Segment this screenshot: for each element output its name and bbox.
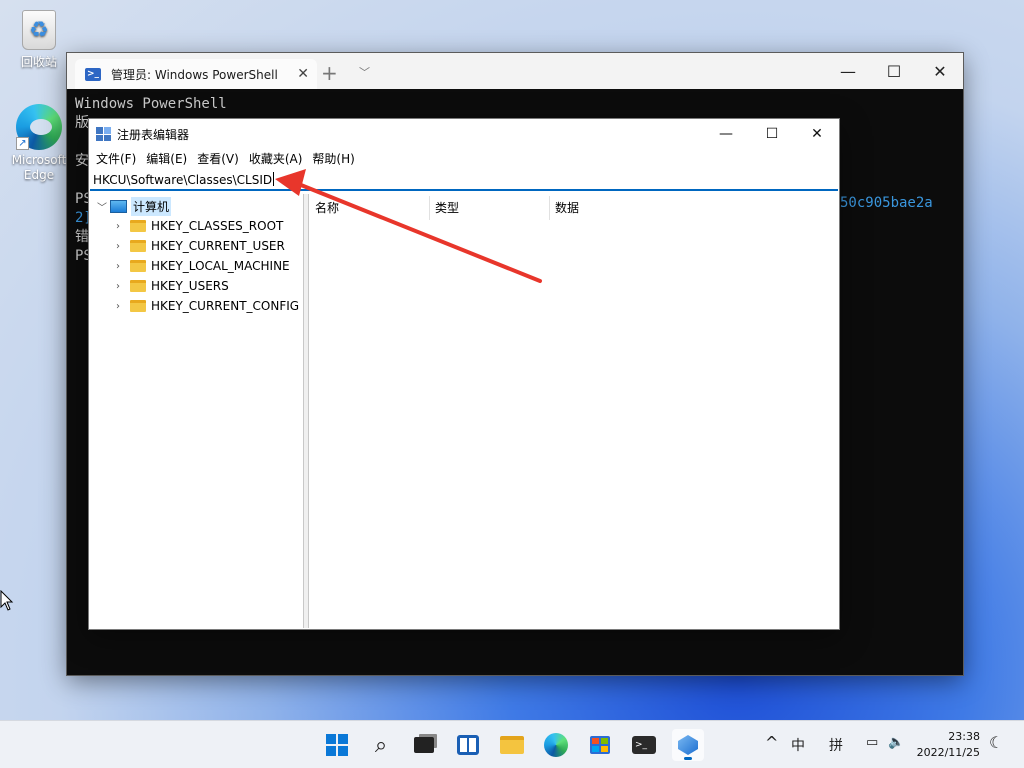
folder-icon bbox=[500, 736, 524, 754]
maximize-button[interactable]: ☐ bbox=[749, 119, 795, 149]
tab-title: 管理员: Windows PowerShell bbox=[111, 67, 278, 82]
chevron-down-icon[interactable]: ﹀ bbox=[96, 199, 108, 214]
taskbar: ⌕ >_ ^ 中 拼 ▭ 🔈 23:38 2022/11/25 ☾ bbox=[0, 720, 1024, 768]
ime-mode-indicator[interactable]: 拼 bbox=[829, 735, 843, 755]
terminal-line-fragment: 50c905bae2a bbox=[840, 195, 933, 211]
regedit-icon bbox=[96, 127, 111, 141]
windows-icon bbox=[326, 734, 348, 756]
tab-powershell[interactable]: >_ 管理员: Windows PowerShell ✕ bbox=[75, 59, 317, 89]
shortcut-arrow-icon: ↗ bbox=[16, 137, 29, 150]
regedit-titlebar[interactable]: 注册表编辑器 — ☐ ✕ bbox=[89, 119, 839, 149]
key-tree[interactable]: ﹀ 计算机 › HKEY_CLASSES_ROOT › HKEY_CURRENT… bbox=[90, 194, 304, 628]
tree-item-label: HKEY_CURRENT_USER bbox=[151, 239, 285, 253]
tree-item-hkey-current-user[interactable]: › HKEY_CURRENT_USER bbox=[112, 236, 285, 256]
close-tab-icon[interactable]: ✕ bbox=[297, 66, 309, 82]
regedit-window[interactable]: 注册表编辑器 — ☐ ✕ 文件(F) 编辑(E) 查看(V) 收藏夹(A) 帮助… bbox=[88, 118, 840, 630]
minimize-button[interactable]: — bbox=[825, 53, 871, 89]
powershell-titlebar[interactable]: >_ 管理员: Windows PowerShell ✕ + ﹀ — ☐ ✕ bbox=[67, 53, 963, 89]
network-icon[interactable]: ▭ bbox=[866, 735, 878, 750]
start-button[interactable] bbox=[321, 729, 353, 761]
minimize-button[interactable]: — bbox=[703, 119, 749, 149]
terminal-line: Windows PowerShell bbox=[75, 96, 227, 112]
mouse-cursor bbox=[0, 590, 14, 611]
powershell-icon: >_ bbox=[85, 67, 101, 81]
tree-item-label: HKEY_USERS bbox=[151, 279, 229, 293]
volume-icon[interactable]: 🔈 bbox=[888, 735, 904, 750]
column-divider[interactable] bbox=[429, 196, 430, 220]
desktop-icon-label: Microsoft Edge bbox=[11, 153, 67, 182]
focus-assist-icon[interactable]: ☾ bbox=[989, 733, 1003, 752]
terminal-icon: >_ bbox=[632, 736, 656, 754]
tree-item-hkey-users[interactable]: › HKEY_USERS bbox=[112, 276, 229, 296]
close-button[interactable]: ✕ bbox=[794, 119, 840, 149]
desktop-icon-recycle-bin[interactable]: ♻ 回收站 bbox=[7, 10, 71, 70]
tree-item-hkey-local-machine[interactable]: › HKEY_LOCAL_MACHINE bbox=[112, 256, 290, 276]
file-explorer-button[interactable] bbox=[496, 729, 528, 761]
clock-time: 23:38 bbox=[948, 730, 980, 743]
regedit-icon bbox=[678, 735, 698, 755]
menu-edit[interactable]: 编辑(E) bbox=[141, 149, 192, 169]
folder-icon bbox=[130, 240, 146, 252]
store-icon bbox=[590, 736, 610, 754]
tree-item-hkey-classes-root[interactable]: › HKEY_CLASSES_ROOT bbox=[112, 216, 283, 236]
tree-item-label: 计算机 bbox=[131, 196, 172, 216]
search-button[interactable]: ⌕ bbox=[365, 729, 397, 761]
widgets-button[interactable] bbox=[452, 729, 484, 761]
window-title: 注册表编辑器 bbox=[117, 128, 190, 142]
text-caret bbox=[273, 172, 275, 186]
recycle-bin-icon: ♻ bbox=[22, 10, 56, 50]
chevron-right-icon[interactable]: › bbox=[112, 241, 124, 252]
address-value: HKCU\Software\Classes\CLSID bbox=[93, 173, 273, 187]
column-header-name[interactable]: 名称 bbox=[315, 199, 339, 217]
close-button[interactable]: ✕ bbox=[917, 53, 963, 89]
computer-icon bbox=[110, 199, 127, 213]
address-bar[interactable]: HKCU\Software\Classes\CLSID bbox=[90, 169, 838, 191]
chevron-right-icon[interactable]: › bbox=[112, 221, 124, 232]
column-header-type[interactable]: 类型 bbox=[435, 199, 459, 217]
edge-icon: ↗ bbox=[16, 104, 62, 150]
column-divider[interactable] bbox=[549, 196, 550, 220]
address-input[interactable]: HKCU\Software\Classes\CLSID bbox=[93, 172, 275, 187]
maximize-button[interactable]: ☐ bbox=[871, 53, 917, 89]
regedit-taskbar-button[interactable] bbox=[672, 729, 704, 761]
chevron-right-icon[interactable]: › bbox=[112, 281, 124, 292]
tree-item-label: HKEY_CURRENT_CONFIG bbox=[151, 299, 300, 313]
widgets-icon bbox=[457, 735, 479, 755]
chevron-right-icon[interactable]: › bbox=[112, 261, 124, 272]
edge-icon bbox=[544, 733, 568, 757]
clock[interactable]: 23:38 2022/11/25 bbox=[917, 729, 980, 761]
terminal-button[interactable]: >_ bbox=[628, 729, 660, 761]
desktop-icon-edge[interactable]: ↗ Microsoft Edge bbox=[7, 104, 71, 183]
tree-item-computer[interactable]: ﹀ 计算机 bbox=[96, 196, 172, 216]
tree-item-hkey-current-config[interactable]: › HKEY_CURRENT_CONFIG bbox=[112, 296, 299, 316]
ime-language-indicator[interactable]: 中 bbox=[791, 735, 805, 755]
clock-date: 2022/11/25 bbox=[916, 746, 980, 759]
tree-item-label: HKEY_LOCAL_MACHINE bbox=[151, 259, 290, 273]
chevron-down-icon[interactable]: ﹀ bbox=[359, 64, 370, 80]
folder-icon bbox=[130, 280, 146, 292]
new-tab-icon[interactable]: + bbox=[321, 61, 338, 85]
column-header-data[interactable]: 数据 bbox=[555, 199, 579, 217]
menu-file[interactable]: 文件(F) bbox=[91, 149, 141, 169]
task-view-icon bbox=[414, 737, 434, 753]
folder-icon bbox=[130, 300, 146, 312]
menu-view[interactable]: 查看(V) bbox=[192, 149, 244, 169]
task-view-button[interactable] bbox=[408, 729, 440, 761]
chevron-right-icon[interactable]: › bbox=[112, 301, 124, 312]
desktop-icon-label: 回收站 bbox=[20, 55, 57, 69]
menu-help[interactable]: 帮助(H) bbox=[307, 149, 359, 169]
menu-favorites[interactable]: 收藏夹(A) bbox=[244, 149, 308, 169]
folder-icon bbox=[130, 260, 146, 272]
menu-bar: 文件(F) 编辑(E) 查看(V) 收藏夹(A) 帮助(H) bbox=[89, 149, 839, 169]
tree-item-label: HKEY_CLASSES_ROOT bbox=[151, 219, 284, 233]
edge-button[interactable] bbox=[540, 729, 572, 761]
search-icon: ⌕ bbox=[374, 732, 388, 758]
regedit-body: ﹀ 计算机 › HKEY_CLASSES_ROOT › HKEY_CURRENT… bbox=[90, 194, 838, 628]
folder-icon bbox=[130, 220, 146, 232]
store-button[interactable] bbox=[584, 729, 616, 761]
values-list[interactable]: 名称 类型 数据 bbox=[309, 194, 838, 628]
tray-overflow-chevron[interactable]: ^ bbox=[765, 733, 778, 752]
